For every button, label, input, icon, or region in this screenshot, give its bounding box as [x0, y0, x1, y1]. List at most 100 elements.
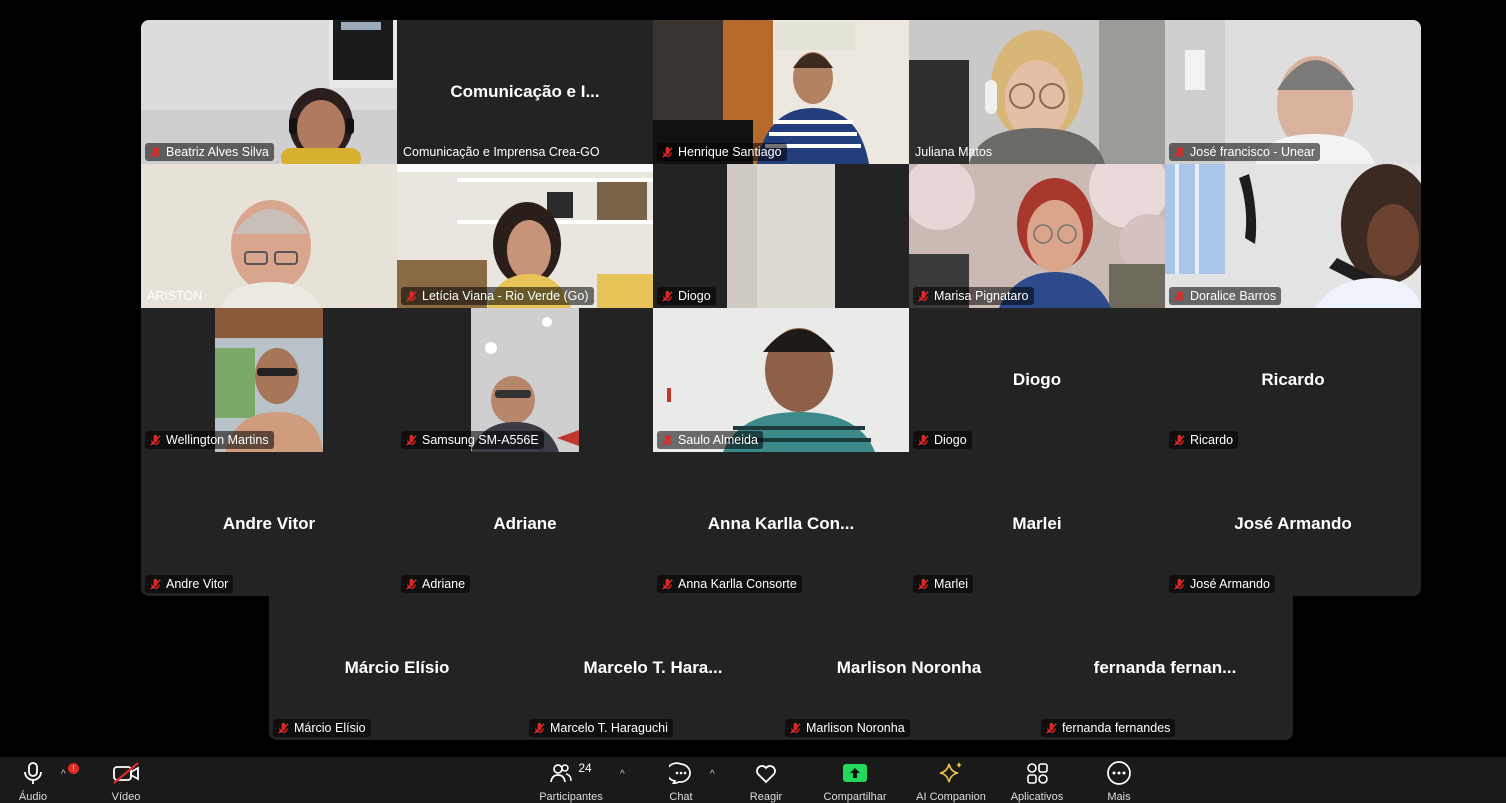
audio-options-caret[interactable]: ^: [61, 769, 66, 780]
participants-icon: [550, 764, 573, 783]
participant-name: Anna Karlla Consorte: [678, 577, 797, 591]
participant-name: Ricardo: [1190, 433, 1234, 447]
more-label: Mais: [1107, 791, 1131, 803]
share-button[interactable]: Compartilhar: [815, 757, 895, 803]
mic-muted-icon: [1174, 434, 1185, 446]
mic-muted-icon: [406, 434, 417, 446]
participant-name: Wellington Martins: [166, 433, 269, 447]
participant-display-title: José Armando: [1234, 514, 1352, 533]
sparkle-icon: [939, 762, 962, 783]
participant-name: Márcio Elísio: [294, 721, 366, 735]
mic-muted-icon: [1174, 146, 1185, 158]
more-button[interactable]: Mais: [1079, 757, 1159, 803]
participant-name-tag: Samsung SM-A556E: [401, 431, 544, 449]
participant-name: ARISTON: [147, 289, 203, 303]
participants-button[interactable]: 24 Participantes: [531, 757, 611, 803]
video-button[interactable]: Vídeo: [86, 757, 166, 803]
mic-muted-icon: [406, 578, 417, 590]
participant-name: Doralice Barros: [1190, 289, 1277, 303]
participant-display-title: Andre Vitor: [222, 514, 316, 533]
participant-name-tag: Marlison Noronha: [785, 719, 910, 737]
participant-name-tag: José Armando: [1169, 575, 1275, 593]
audio-label: Áudio: [18, 791, 48, 803]
participant-name-tag: Márcio Elísio: [273, 719, 371, 737]
participant-name: Marisa Pignataro: [934, 289, 1029, 303]
participant-tile-comunicacao[interactable]: Comunicação e I... Comunicação e Imprens…: [397, 20, 653, 164]
audio-button[interactable]: ! Áudio: [0, 757, 79, 803]
video-off-icon: [113, 762, 139, 784]
video-grid-last-row: Márcio Elísio Márcio Elísio Marcelo T. H…: [269, 596, 1293, 740]
react-label: Reagir: [749, 791, 783, 803]
participant-tile-leticia[interactable]: Letícia Viana - Rio Verde (Go): [397, 164, 653, 308]
participant-name-tag: ARISTON: [145, 287, 207, 305]
apps-label: Aplicativos: [1010, 791, 1064, 803]
share-screen-icon: [843, 764, 867, 782]
participant-name-tag: Marisa Pignataro: [913, 287, 1034, 305]
participant-tile-marisa[interactable]: Marisa Pignataro: [909, 164, 1165, 308]
participant-tile-diogo-video[interactable]: Diogo: [653, 164, 909, 308]
apps-icon: [1027, 763, 1048, 784]
participant-name-tag: Diogo: [913, 431, 972, 449]
mic-muted-icon: [790, 722, 801, 734]
participant-name-tag: Wellington Martins: [145, 431, 274, 449]
meeting-toolbar: ! Áudio ^ Vídeo 24 Participantes ^ Chat …: [0, 757, 1506, 803]
participant-tile-beatriz[interactable]: Beatriz Alves Silva: [141, 20, 397, 164]
participant-name-tag: Marcelo T. Haraguchi: [529, 719, 673, 737]
microphone-icon: [24, 762, 42, 784]
participant-tile-anna-karlla[interactable]: Anna Karlla Con... Anna Karlla Consorte: [653, 452, 909, 596]
participant-name: Juliana Matos: [915, 145, 993, 159]
video-label: Vídeo: [111, 791, 141, 803]
mic-muted-icon: [918, 434, 929, 446]
participant-display-title: Marlei: [1012, 514, 1062, 533]
chat-options-caret[interactable]: ^: [710, 769, 715, 780]
participant-name: José Armando: [1190, 577, 1270, 591]
participant-tile-marlison[interactable]: Marlison Noronha Marlison Noronha: [781, 596, 1037, 740]
share-label: Compartilhar: [823, 791, 887, 803]
chat-button[interactable]: Chat: [641, 757, 721, 803]
participant-display-title: Comunicação e I...: [450, 82, 600, 101]
participant-name: Samsung SM-A556E: [422, 433, 539, 447]
participant-tile-jose-francisco[interactable]: José francisco - Unear: [1165, 20, 1421, 164]
participant-tile-samsung[interactable]: Samsung SM-A556E: [397, 308, 653, 452]
participant-tile-diogo[interactable]: Diogo Diogo: [909, 308, 1165, 452]
participant-tile-doralice[interactable]: Doralice Barros: [1165, 164, 1421, 308]
participant-tile-henrique[interactable]: Henrique Santiago: [653, 20, 909, 164]
participant-tile-adriane[interactable]: Adriane Adriane: [397, 452, 653, 596]
mic-muted-icon: [1174, 578, 1185, 590]
participant-tile-saulo[interactable]: Saulo Almeida: [653, 308, 909, 452]
participant-tile-andre-vitor[interactable]: Andre Vitor Andre Vitor: [141, 452, 397, 596]
participant-tile-marcio[interactable]: Márcio Elísio Márcio Elísio: [269, 596, 525, 740]
participants-options-caret[interactable]: ^: [620, 769, 625, 780]
participant-display-title: Anna Karlla Con...: [707, 514, 855, 533]
react-button[interactable]: Reagir: [726, 757, 806, 803]
participant-name-tag: José francisco - Unear: [1169, 143, 1321, 161]
mic-muted-icon: [150, 434, 161, 446]
mic-muted-icon: [662, 146, 673, 158]
participant-name: Saulo Almeida: [678, 433, 758, 447]
apps-button[interactable]: Aplicativos: [997, 757, 1077, 803]
participant-name: Beatriz Alves Silva: [166, 145, 269, 159]
participant-tile-ricardo[interactable]: Ricardo Ricardo: [1165, 308, 1421, 452]
participants-label: Participantes: [539, 791, 603, 803]
audio-alert-badge: !: [68, 763, 79, 774]
participant-tile-jose-armando[interactable]: José Armando José Armando: [1165, 452, 1421, 596]
ai-companion-button[interactable]: AI Companion: [911, 757, 991, 803]
participant-name-tag: Comunicação e Imprensa Crea-GO: [401, 143, 605, 161]
participant-tile-ariston[interactable]: ARISTON: [141, 164, 397, 308]
participant-tile-wellington[interactable]: Wellington Martins: [141, 308, 397, 452]
participant-tile-juliana[interactable]: Juliana Matos: [909, 20, 1165, 164]
participant-name: Marlison Noronha: [806, 721, 905, 735]
chat-icon: [669, 762, 691, 784]
ai-companion-label: AI Companion: [916, 791, 986, 803]
mic-muted-icon: [406, 290, 417, 302]
participant-display-title: Márcio Elísio: [344, 658, 450, 677]
video-grid: Beatriz Alves Silva Comunicação e I... C…: [141, 20, 1421, 596]
participant-tile-marlei[interactable]: Marlei Marlei: [909, 452, 1165, 596]
mic-muted-icon: [1046, 722, 1057, 734]
participants-count: 24: [578, 761, 592, 775]
participant-name-tag: Letícia Viana - Rio Verde (Go): [401, 287, 594, 305]
participant-tile-marcelo[interactable]: Marcelo T. Hara... Marcelo T. Haraguchi: [525, 596, 781, 740]
participant-tile-fernanda[interactable]: fernanda fernan... fernanda fernandes: [1037, 596, 1293, 740]
participant-name: José francisco - Unear: [1190, 145, 1316, 159]
mic-muted-icon: [534, 722, 545, 734]
